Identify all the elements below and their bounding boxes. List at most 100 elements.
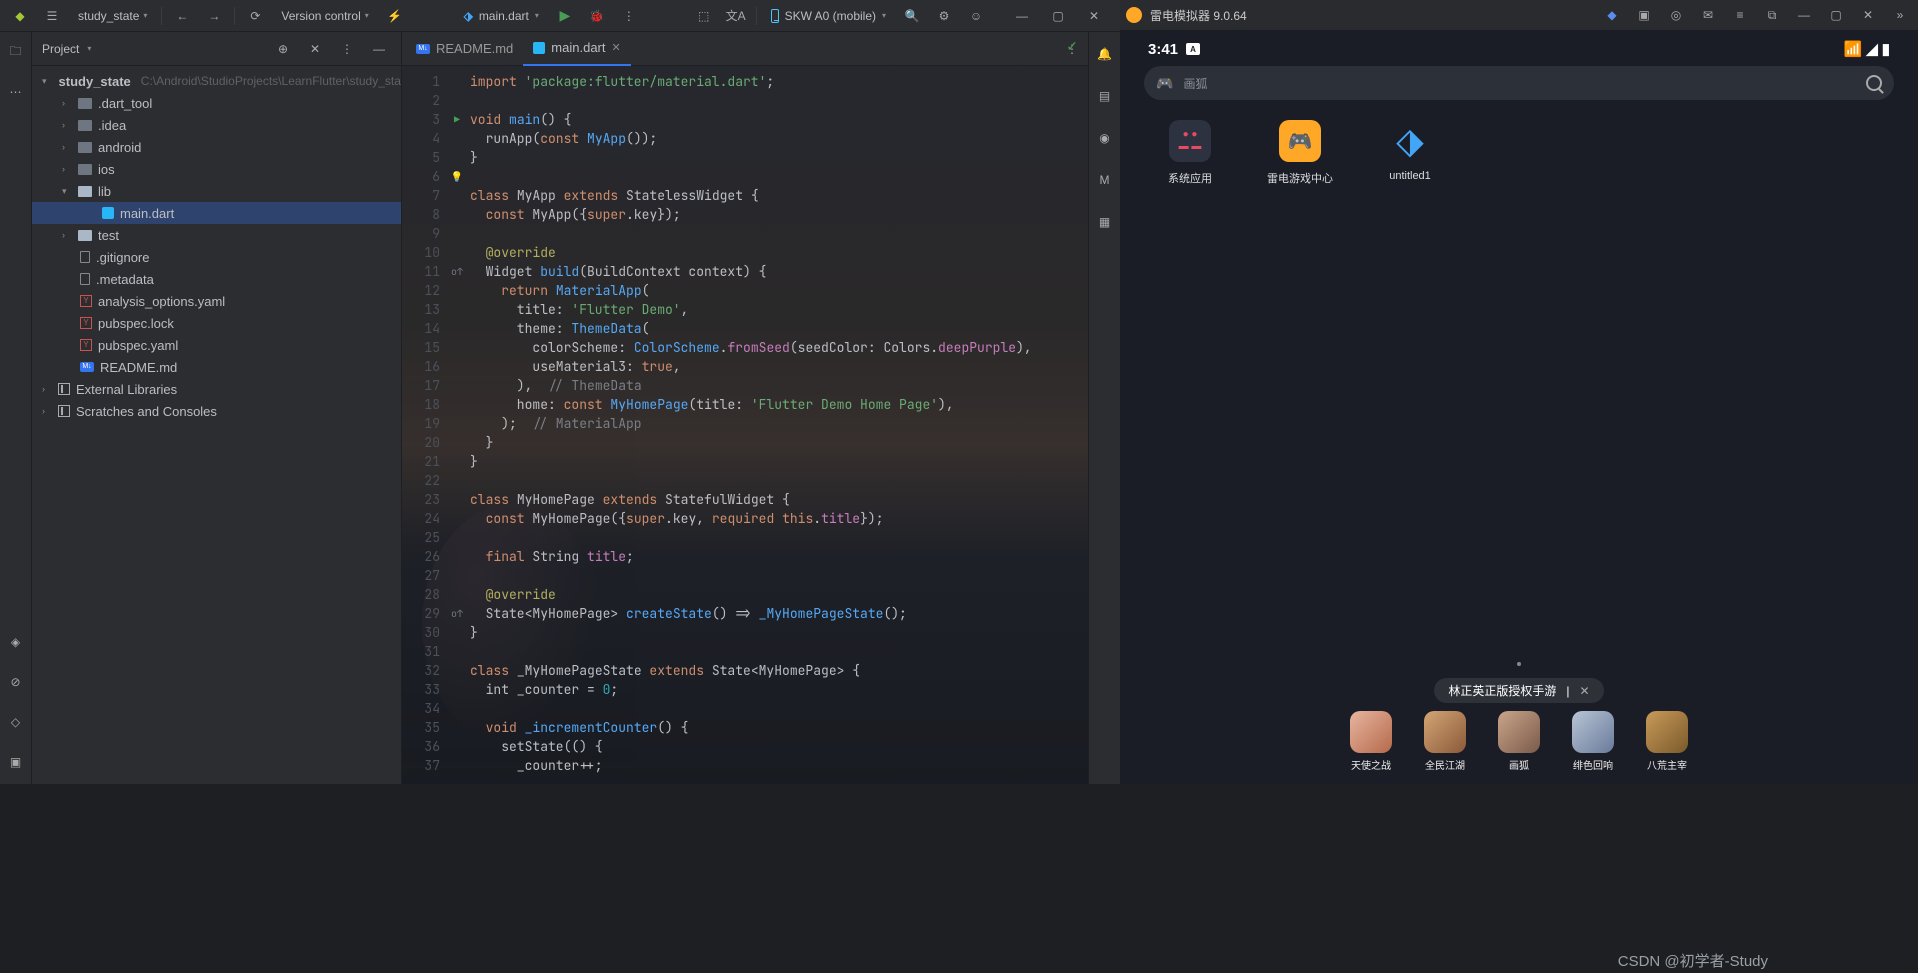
translate-icon[interactable]: 文A xyxy=(724,4,748,28)
gem-tool-icon[interactable]: ◈ xyxy=(4,630,28,654)
hide-sidebar-icon[interactable]: — xyxy=(367,37,391,61)
inspector-icon[interactable]: ⬚ xyxy=(692,4,716,28)
app-system[interactable]: ● ●▬ ▬ 系统应用 xyxy=(1160,120,1220,186)
md-file-icon: M↓ xyxy=(416,44,430,54)
status-time: 3:41 xyxy=(1148,41,1178,58)
settings-icon[interactable]: ⚙ xyxy=(932,4,956,28)
tree-folder-test[interactable]: ›test xyxy=(32,224,401,246)
ide-window: ◆ ☰ study_state▾ ← → ⟳ Version control▾ … xyxy=(0,0,1120,784)
device-manager-icon[interactable]: ▤ xyxy=(1093,84,1117,108)
tree-folder-ios[interactable]: ›ios xyxy=(32,158,401,180)
page-indicator-icon xyxy=(1517,662,1521,666)
gradle-icon[interactable]: ◉ xyxy=(1093,126,1117,150)
emulator-titlebar: 雷电模拟器 9.0.64 ◆ ▣ ◎ ✉ ≡ ⧉ — ▢ ✕ » xyxy=(1120,0,1918,30)
tree-file-analysis-options[interactable]: Yanalysis_options.yaml xyxy=(32,290,401,312)
lightbulb-icon[interactable]: 💡 xyxy=(450,167,464,186)
tree-folder-lib[interactable]: ▾lib xyxy=(32,180,401,202)
vcs-refresh-icon[interactable]: ⟳ xyxy=(243,4,267,28)
problems-tool-icon[interactable]: ⊘ xyxy=(4,670,28,694)
terminal-tool-icon[interactable]: ▣ xyxy=(4,750,28,774)
app-play-center[interactable]: 🎮 雷电游戏中心 xyxy=(1270,120,1330,186)
structure-tool-icon[interactable]: ⋯ xyxy=(4,80,28,104)
emu-tool1-icon[interactable]: ◆ xyxy=(1600,3,1624,27)
emu-mail-icon[interactable]: ✉ xyxy=(1696,3,1720,27)
project-dropdown[interactable]: study_state▾ xyxy=(72,9,153,23)
locate-icon[interactable]: ⊕ xyxy=(271,37,295,61)
account-icon[interactable]: ☺ xyxy=(964,4,988,28)
gamepad-icon: 🎮 xyxy=(1156,75,1173,92)
device-selector[interactable]: SKW A0 (mobile)▾ xyxy=(765,7,892,25)
dart-file-icon xyxy=(102,207,114,219)
tree-file-gitignore[interactable]: .gitignore xyxy=(32,246,401,268)
tree-file-metadata[interactable]: .metadata xyxy=(32,268,401,290)
emulator-screen[interactable]: 3:41 A 📶 ◢ ▮ 🎮 画狐 ● ●▬ ▬ 系统应用 🎮 雷电游戏中心 ⬗… xyxy=(1120,30,1918,784)
folder-icon xyxy=(78,230,92,241)
search-icon[interactable]: 🔍 xyxy=(900,4,924,28)
tree-folder-idea[interactable]: ›.idea xyxy=(32,114,401,136)
run-gutter-icon[interactable]: ▶ xyxy=(450,110,464,129)
dock-app-3[interactable]: 画狐 xyxy=(1498,711,1540,772)
tree-external-libraries[interactable]: ›External Libraries xyxy=(32,378,401,400)
override-mark-icon[interactable]: o↑ xyxy=(450,262,464,281)
dock-app-2[interactable]: 全民江湖 xyxy=(1424,711,1466,772)
dock-app-5[interactable]: 八荒主宰 xyxy=(1646,711,1688,772)
emu-location-icon[interactable]: ◎ xyxy=(1664,3,1688,27)
project-tool-icon[interactable]: 🗀 xyxy=(4,40,28,64)
project-path: C:\Android\StudioProjects\LearnFlutter\s… xyxy=(141,74,401,88)
debug-button[interactable]: 🐞 xyxy=(585,4,609,28)
window-maximize-icon[interactable]: ▢ xyxy=(1040,4,1076,28)
code-content[interactable]: import 'package:flutter/material.dart'; … xyxy=(464,66,1032,784)
dock-app-1[interactable]: 天使之战 xyxy=(1350,711,1392,772)
android-studio-icon[interactable]: ◆ xyxy=(8,4,32,28)
emu-screenshot-icon[interactable]: ▣ xyxy=(1632,3,1656,27)
emu-multi-icon[interactable]: ⧉ xyxy=(1760,3,1784,27)
dock-app-4[interactable]: 绯色回响 xyxy=(1572,711,1614,772)
emu-expand-icon[interactable]: » xyxy=(1888,3,1912,27)
tree-folder-dart-tool[interactable]: ›.dart_tool xyxy=(32,92,401,114)
notifications-icon[interactable]: 🔔 xyxy=(1093,42,1117,66)
analysis-ok-icon[interactable]: ✓ xyxy=(1066,38,1078,55)
window-close-icon[interactable]: ✕ xyxy=(1076,4,1112,28)
nav-back-icon[interactable]: ← xyxy=(170,4,194,28)
emu-minimize-icon[interactable]: — xyxy=(1792,3,1816,27)
more-actions-icon[interactable]: ⋮ xyxy=(617,4,641,28)
diamond-tool-icon[interactable]: ◇ xyxy=(4,710,28,734)
collapse-all-icon[interactable]: ✕ xyxy=(303,37,327,61)
project-tree[interactable]: ▾study_stateC:\Android\StudioProjects\Le… xyxy=(32,66,401,784)
tree-file-main-dart[interactable]: main.dart xyxy=(32,202,401,224)
sidebar-title[interactable]: Project xyxy=(42,42,79,56)
tab-readme[interactable]: M↓README.md xyxy=(406,32,523,66)
emu-menu-icon[interactable]: ≡ xyxy=(1728,3,1752,27)
emulator-search-bar[interactable]: 🎮 画狐 xyxy=(1144,66,1894,100)
tree-folder-android[interactable]: ›android xyxy=(32,136,401,158)
flutter-inspector-icon[interactable]: M xyxy=(1093,168,1117,192)
emu-maximize-icon[interactable]: ▢ xyxy=(1824,3,1848,27)
override-mark-icon[interactable]: o↑ xyxy=(450,604,464,623)
tree-scratches[interactable]: ›Scratches and Consoles xyxy=(32,400,401,422)
promo-pill[interactable]: 林正英正版授权手游|✕ xyxy=(1434,678,1603,703)
run-config-dropdown[interactable]: ⬗main.dart▾ xyxy=(458,7,545,25)
run-button[interactable]: ▶ xyxy=(553,4,577,28)
sidebar-settings-icon[interactable]: ⋮ xyxy=(335,37,359,61)
app-untitled1[interactable]: ⬗ untitled1 xyxy=(1380,120,1440,186)
tree-root[interactable]: ▾study_stateC:\Android\StudioProjects\Le… xyxy=(32,70,401,92)
main-menu-icon[interactable]: ☰ xyxy=(40,4,64,28)
folder-icon xyxy=(78,186,92,197)
editor-gutter-marks: ▶ 💡 o↑ o↑ xyxy=(450,66,464,784)
search-placeholder: 画狐 xyxy=(1183,75,1207,92)
pill-close-icon[interactable]: ✕ xyxy=(1580,684,1590,698)
close-tab-icon[interactable]: ✕ xyxy=(612,41,621,54)
tree-file-pubspec-yaml[interactable]: Ypubspec.yaml xyxy=(32,334,401,356)
tab-main-dart[interactable]: main.dart✕ xyxy=(523,32,630,66)
tree-file-readme[interactable]: M↓README.md xyxy=(32,356,401,378)
emu-close-icon[interactable]: ✕ xyxy=(1856,3,1880,27)
flash-icon[interactable]: ⚡ xyxy=(383,4,407,28)
tree-file-pubspec-lock[interactable]: Ypubspec.lock xyxy=(32,312,401,334)
nav-forward-icon[interactable]: → xyxy=(202,4,226,28)
window-minimize-icon[interactable]: — xyxy=(1004,4,1040,28)
yaml-file-icon: Y xyxy=(80,295,92,307)
layout-explorer-icon[interactable]: ▦ xyxy=(1093,210,1117,234)
vcs-dropdown[interactable]: Version control▾ xyxy=(275,9,374,23)
search-magnifier-icon[interactable] xyxy=(1866,75,1882,91)
code-editor[interactable]: 1234567891011121314151617181920212223242… xyxy=(402,66,1088,784)
